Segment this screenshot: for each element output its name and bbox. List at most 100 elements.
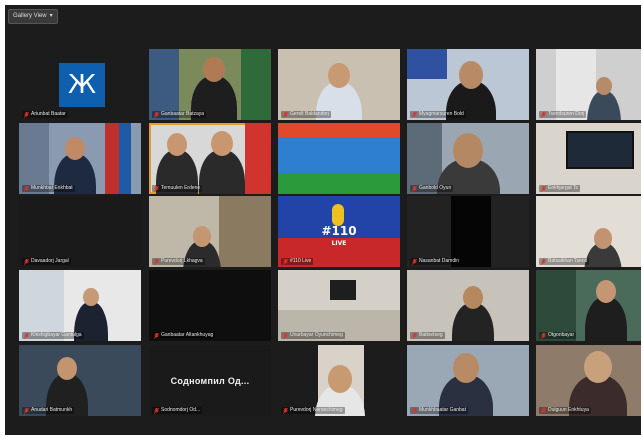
participant-tile[interactable]: Tsendsuren Dorj [536,49,641,120]
participant-name: Dulguun Enkhtuya [548,407,589,413]
background-object [105,123,119,194]
participant-name-label: Batsaikhan Tsend [539,258,590,265]
mic-muted-icon [283,258,288,265]
mic-muted-icon [541,258,546,265]
participant-tile[interactable]: Anudari Batmunkh [19,345,141,416]
participant-name-label: Anudari Batmunkh [22,407,75,414]
mic-muted-icon [154,407,159,414]
mic-muted-icon [283,332,288,339]
mic-muted-icon [154,258,159,265]
participant-name: Purevdorj Naranchimeg [290,407,343,413]
participant-tile[interactable]: Otgonbayar [536,270,641,341]
participant-name-label: Nasanbat Damdin [410,258,462,265]
person-body [198,149,246,194]
participant-name: Otgonbayar [548,332,575,338]
participant-tile[interactable]: Ganbaatar Altankhuyag [149,270,271,341]
person-body [585,297,627,341]
background-object [119,123,131,194]
participant-name-label: Myagmarsuren Bold [410,111,466,118]
participant-tile[interactable]: Purevdorj Lkhagva [149,196,271,267]
party-logo: Ж [59,63,105,107]
participant-name: Enkhjargal Ts [548,185,578,191]
participant-name-label: Temuulen Erdene [152,185,203,192]
background-object [245,123,271,194]
participant-tile[interactable]: Содномпил Од... Sodnomdorj Od... [149,345,271,416]
participant-tile[interactable]: Battsetseg [407,270,529,341]
participant-name: Ganbaatar Batzaya [161,111,205,117]
mic-muted-icon [541,111,546,118]
mic-muted-icon [24,111,29,118]
background-object [407,49,447,79]
live-stand [332,204,344,226]
participant-name: Sodnomdorj Od... [161,407,201,413]
participant-name: Ganbaatar Altankhuyag [161,332,214,338]
person-head [167,133,187,156]
background-object [330,280,356,300]
background-object [19,123,49,194]
mic-muted-icon [412,185,417,192]
participant-tile[interactable]: Ganbaatar Batzaya [149,49,271,120]
mic-muted-icon [154,111,159,118]
participant-name: Ganbold Oyun [419,185,452,191]
participant-tile[interactable]: Batsaikhan Tsend [536,196,641,267]
person-head [328,365,352,393]
background-object [219,196,271,267]
participant-tile[interactable] [278,123,400,194]
participant-tile[interactable]: Purevdorj Naranchimeg [278,345,400,416]
participant-tile[interactable]: Munkhbaatar Ganbat [407,345,529,416]
person-head [453,353,479,383]
participant-name: Unurbayar Oyunchimeg [290,332,343,338]
participant-tile[interactable]: Nasanbat Damdin [407,196,529,267]
participant-tile[interactable]: Khishigbayar Gantulga [19,270,141,341]
participant-tile[interactable]: Unurbayar Oyunchimeg [278,270,400,341]
mic-muted-icon [541,407,546,414]
participant-tile[interactable]: Davaadorj Jargal [19,196,141,267]
participant-name: Temuulen Erdene [161,185,201,191]
participant-tile[interactable]: Munkhbat Enkhbat [19,123,141,194]
live-hashtag: #110 [321,224,357,238]
mic-muted-icon [24,258,29,265]
participant-name: Munkhbaatar Ganbat [419,407,466,413]
participant-name: Davaadorj Jargal [31,258,69,264]
participant-name-label: Ganbaatar Altankhuyag [152,332,216,339]
view-toggle-button[interactable]: Gallery View ▾ [8,9,58,24]
participant-name-label: Ariunbat Baatar [22,111,68,118]
participant-name-label: #110 Live [281,258,314,265]
wall-tv [566,131,634,169]
participant-name: Ariunbat Baatar [31,111,66,117]
participant-name: Munkhbat Enkhbat [31,185,73,191]
participant-name: Tsendsuren Dorj [548,111,585,117]
participant-tile[interactable]: Enkhjargal Ts [536,123,641,194]
mic-muted-icon [24,185,29,192]
person-head [584,351,612,384]
mic-muted-icon [154,185,159,192]
mic-muted-icon [24,407,29,414]
person-head [57,357,77,380]
person-head [596,280,616,303]
background-object [241,49,271,120]
participant-name-placeholder: Содномпил Од... [170,375,250,386]
live-subtitle: LIVE [331,240,347,247]
participant-name-label: Purevdorj Naranchimeg [281,407,345,414]
person-head [463,286,483,309]
participant-name-label: Ganbaatar Batzaya [152,111,207,118]
background-object [536,270,576,341]
participant-tile[interactable]: Temuulen Erdene [149,123,271,194]
mic-muted-icon [24,332,29,339]
participant-name-label: Munkhbaatar Ganbat [410,407,468,414]
slide-band-bottom [278,173,400,194]
participant-name: Purevdorj Lkhagva [161,258,203,264]
participant-name: Khishigbayar Gantulga [31,332,82,338]
chevron-down-icon: ▾ [49,13,53,19]
mic-muted-icon [412,407,417,414]
participant-name: #110 Live [290,258,312,264]
background-object [19,270,64,341]
participant-tile[interactable]: Dulguun Enkhtuya [536,345,641,416]
participant-tile[interactable]: Gerelt Baldandorj [278,49,400,120]
participant-tile[interactable]: Myagmarsuren Bold [407,49,529,120]
participant-tile[interactable]: Ganbold Oyun [407,123,529,194]
background-object [149,49,179,120]
participant-name-label: Dulguun Enkhtuya [539,407,591,414]
participant-tile[interactable]: Ж Ariunbat Baatar [19,49,141,120]
participant-tile[interactable]: #110 LIVE #110 Live [278,196,400,267]
